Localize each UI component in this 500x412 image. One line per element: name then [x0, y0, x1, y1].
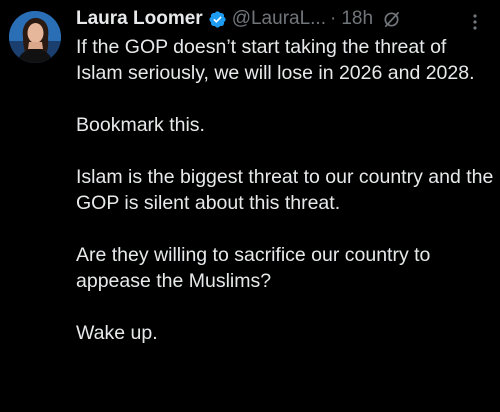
author-handle[interactable]: @LauraL... — [232, 6, 326, 32]
tweet-text: If the GOP doesn’t start taking the thre… — [76, 34, 494, 346]
tweet-paragraph: Are they willing to sacrifice our countr… — [76, 244, 431, 292]
tweet-paragraph: Wake up. — [76, 322, 158, 344]
tweet-timestamp[interactable]: 18h — [341, 6, 373, 32]
profile-photo-icon — [9, 11, 61, 63]
tweet-paragraph: Islam is the biggest threat to our count… — [76, 166, 494, 214]
tweet-paragraph: If the GOP doesn’t start taking the thre… — [76, 36, 475, 84]
grok-icon[interactable] — [382, 10, 401, 29]
header-separator: · — [330, 8, 337, 29]
avatar[interactable] — [9, 11, 61, 63]
verified-badge-icon[interactable] — [208, 10, 227, 29]
tweet-paragraph: Bookmark this. — [76, 114, 205, 136]
tweet-header: Laura Loomer @LauraL... · 18h — [76, 6, 401, 32]
author-display-name[interactable]: Laura Loomer — [76, 6, 203, 32]
more-vertical-icon — [473, 14, 477, 30]
more-options-button[interactable] — [465, 12, 485, 32]
tweet[interactable]: Laura Loomer @LauraL... · 18h If the GOP… — [0, 0, 500, 412]
